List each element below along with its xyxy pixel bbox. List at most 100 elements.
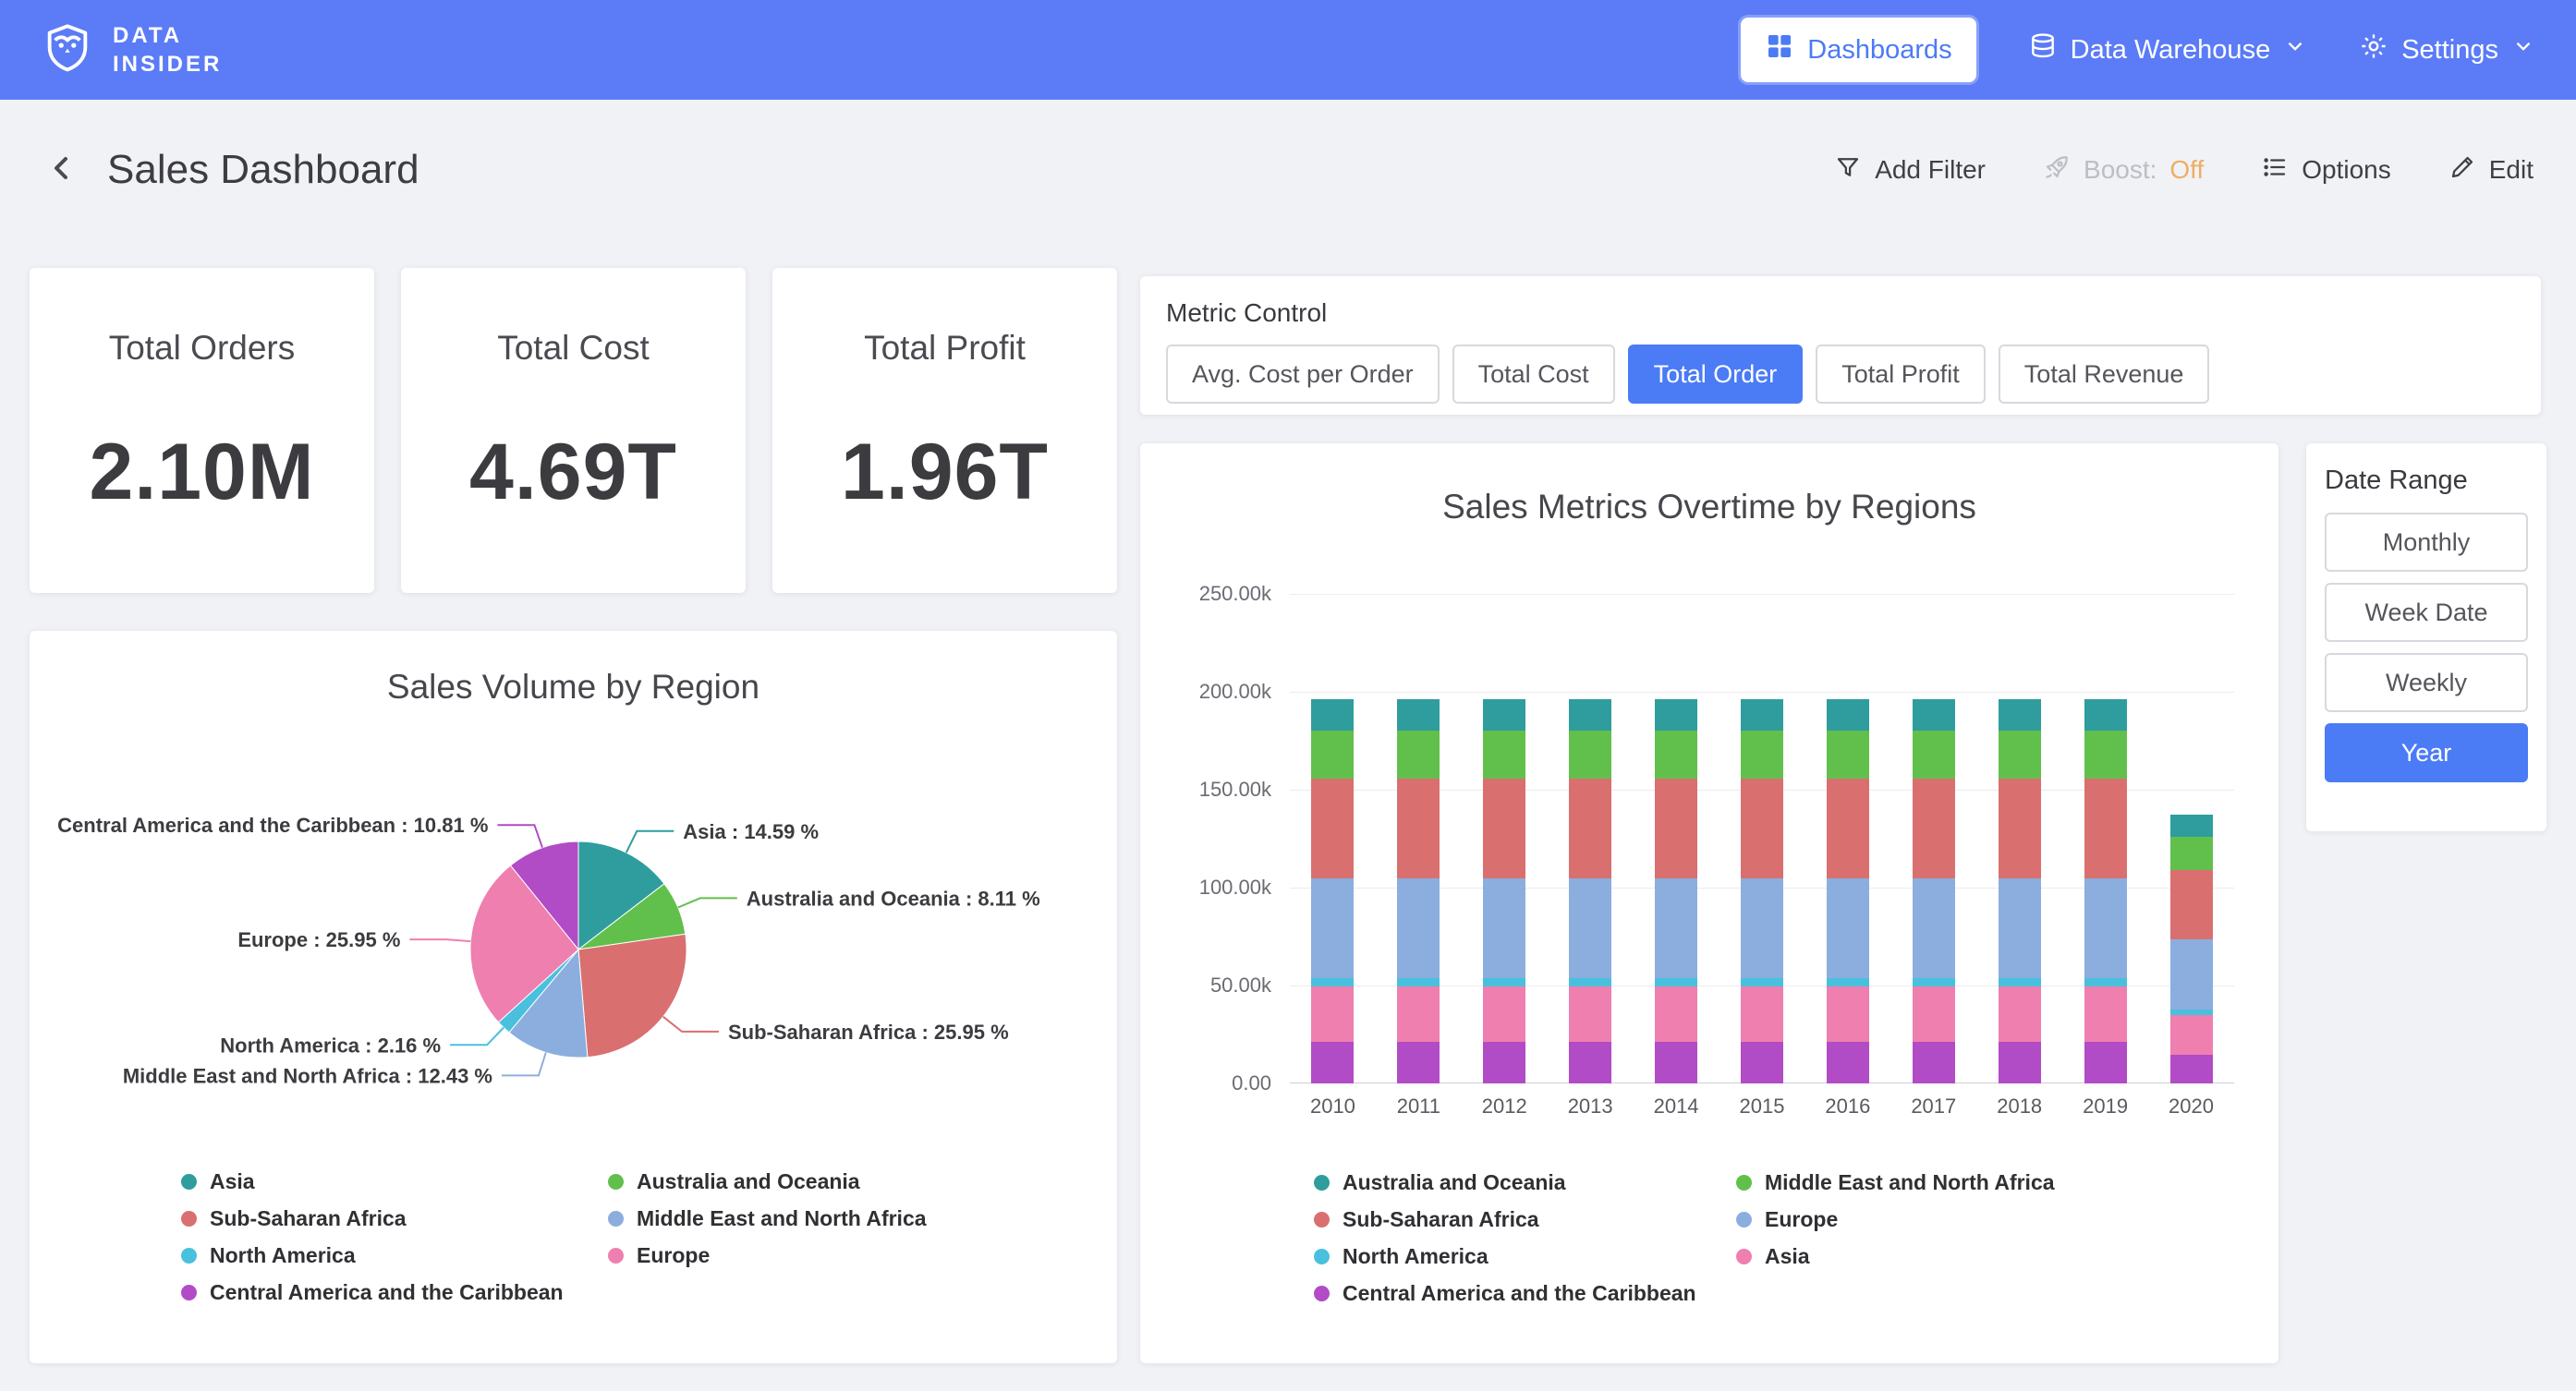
date-range-option-0[interactable]: Monthly xyxy=(2325,513,2528,572)
bar-plot[interactable] xyxy=(1290,594,2234,1083)
rocket-icon xyxy=(2043,153,2071,187)
kpi-card-total-orders: Total Orders 2.10M xyxy=(30,268,374,593)
page-header: Sales Dashboard Add Filter Boost:Off xyxy=(0,100,2576,240)
x-axis-tick: 2015 xyxy=(1719,1095,1805,1119)
pie-chart-card: Sales Volume by Region Asia : 14.59 %Aus… xyxy=(30,631,1117,1363)
legend-item[interactable]: Australia and Oceania xyxy=(1314,1171,1736,1194)
bar-segment xyxy=(1913,986,1955,1043)
date-range-option-2[interactable]: Weekly xyxy=(2325,653,2528,712)
legend-item[interactable]: Europe xyxy=(608,1244,927,1267)
nav-item-dashboards[interactable]: Dashboards xyxy=(1741,18,1975,82)
chevron-down-icon xyxy=(2283,34,2307,66)
bar-slot xyxy=(1890,594,1976,1083)
legend-item[interactable]: Middle East and North Africa xyxy=(608,1207,927,1230)
bar-2013[interactable] xyxy=(1569,699,1611,1083)
bar-segment xyxy=(2084,779,2127,878)
metric-option-3[interactable]: Total Profit xyxy=(1816,345,1986,404)
pie-slice[interactable] xyxy=(578,934,687,1057)
pie-slice-label: Central America and the Caribbean : 10.8… xyxy=(57,814,488,837)
bar-slot xyxy=(2148,594,2234,1083)
nav-label-dashboards: Dashboards xyxy=(1807,35,1951,66)
pie-leader-line xyxy=(497,825,542,848)
pie-leader-line xyxy=(663,1017,719,1032)
database-icon xyxy=(2028,31,2058,68)
legend-dot xyxy=(181,1285,197,1300)
y-axis-tick: 150.00k xyxy=(1140,778,1271,802)
bar-segment xyxy=(1827,878,1869,978)
bar-segment xyxy=(1913,1042,1955,1083)
bar-2012[interactable] xyxy=(1483,699,1525,1083)
date-range-card: Date Range MonthlyWeek DateWeeklyYear xyxy=(2306,443,2546,831)
bar-2014[interactable] xyxy=(1655,699,1697,1083)
legend-dot xyxy=(608,1211,624,1227)
metric-option-4[interactable]: Total Revenue xyxy=(1999,345,2210,404)
bar-segment xyxy=(1569,878,1611,978)
bar-2015[interactable] xyxy=(1741,699,1783,1083)
options-button[interactable]: Options xyxy=(2261,153,2391,187)
metric-option-2[interactable]: Total Order xyxy=(1628,345,1804,404)
bar-2017[interactable] xyxy=(1913,699,1955,1083)
bar-segment xyxy=(2084,1042,2127,1083)
legend-item[interactable]: Sub-Saharan Africa xyxy=(181,1207,608,1230)
legend-item[interactable]: Middle East and North Africa xyxy=(1736,1171,2055,1194)
metric-control-options: Avg. Cost per OrderTotal CostTotal Order… xyxy=(1166,345,2515,404)
bar-segment xyxy=(1827,779,1869,878)
legend-label: Middle East and North Africa xyxy=(1765,1170,2055,1195)
kpi-card-total-profit: Total Profit 1.96T xyxy=(772,268,1117,593)
legend-item[interactable]: Asia xyxy=(1736,1245,2055,1268)
bar-segment xyxy=(1999,699,2041,731)
bar-segment xyxy=(1311,1042,1354,1083)
nav-item-data-warehouse[interactable]: Data Warehouse xyxy=(2028,31,2308,68)
metric-option-0[interactable]: Avg. Cost per Order xyxy=(1166,345,1440,404)
bar-2010[interactable] xyxy=(1311,699,1354,1083)
bar-2016[interactable] xyxy=(1827,699,1869,1083)
bar-segment xyxy=(1397,779,1440,878)
legend-item[interactable]: Sub-Saharan Africa xyxy=(1314,1208,1736,1231)
bar-segment xyxy=(1827,978,1869,986)
pie-slice-label: Sub-Saharan Africa : 25.95 % xyxy=(728,1021,1009,1044)
boost-toggle[interactable]: Boost:Off xyxy=(2043,153,2204,187)
bar-2019[interactable] xyxy=(2084,699,2127,1083)
date-range-option-3[interactable]: Year xyxy=(2325,723,2528,782)
bar-slot xyxy=(1976,594,2062,1083)
legend-item[interactable]: Central America and the Caribbean xyxy=(1314,1282,1736,1305)
bar-segment xyxy=(1569,978,1611,986)
legend-item[interactable]: Europe xyxy=(1736,1208,2055,1231)
bar-segment xyxy=(1741,731,1783,779)
edit-button[interactable]: Edit xyxy=(2448,153,2533,187)
date-range-option-1[interactable]: Week Date xyxy=(2325,583,2528,642)
legend-item[interactable]: Australia and Oceania xyxy=(608,1170,927,1193)
legend-dot xyxy=(1314,1286,1330,1301)
legend-label: Europe xyxy=(1765,1207,1838,1232)
y-axis-tick: 100.00k xyxy=(1140,876,1271,900)
bar-segment xyxy=(1741,878,1783,978)
bar-segment xyxy=(1913,699,1955,731)
pie-chart[interactable]: Asia : 14.59 %Australia and Oceania : 8.… xyxy=(30,631,1117,1162)
metric-option-1[interactable]: Total Cost xyxy=(1452,345,1615,404)
bar-segment xyxy=(1999,1042,2041,1083)
back-button[interactable] xyxy=(43,150,79,191)
date-range-options: Monthly Week Date Weekly Year xyxy=(2325,513,2528,782)
legend-dot xyxy=(181,1248,197,1264)
kpi-value: 4.69T xyxy=(469,427,677,518)
add-filter-button[interactable]: Add Filter xyxy=(1834,153,1986,187)
bar-2011[interactable] xyxy=(1397,699,1440,1083)
legend-label: Europe xyxy=(637,1243,710,1268)
legend-label: North America xyxy=(1343,1244,1488,1269)
bar-segment xyxy=(2170,815,2213,837)
x-axis-tick: 2012 xyxy=(1462,1095,1548,1119)
legend-dot xyxy=(181,1211,197,1227)
pie-leader-line xyxy=(409,939,470,941)
legend-item[interactable]: Asia xyxy=(181,1170,608,1193)
kpi-card-total-cost: Total Cost 4.69T xyxy=(401,268,746,593)
bar-2018[interactable] xyxy=(1999,699,2041,1083)
legend-item[interactable]: North America xyxy=(181,1244,608,1267)
nav-item-settings[interactable]: Settings xyxy=(2359,31,2535,68)
bar-segment xyxy=(2170,1015,2213,1054)
bar-segment xyxy=(2170,870,2213,940)
legend-item[interactable]: North America xyxy=(1314,1245,1736,1268)
legend-item[interactable]: Central America and the Caribbean xyxy=(181,1281,608,1304)
bar-2020[interactable] xyxy=(2170,815,2213,1083)
nav-label-data-warehouse: Data Warehouse xyxy=(2071,35,2271,66)
bar-segment xyxy=(1999,986,2041,1043)
